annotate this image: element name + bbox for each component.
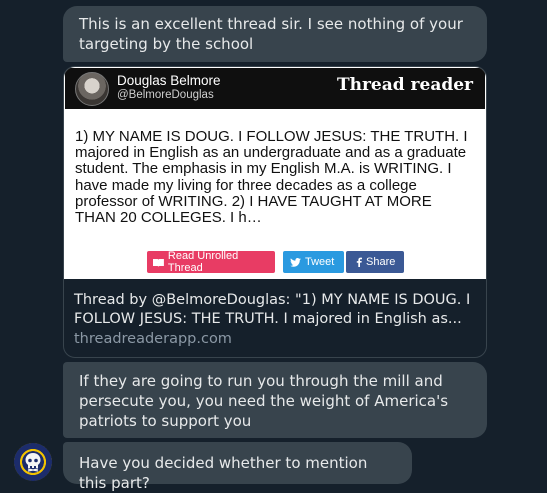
brand-logo: Thread reader bbox=[336, 75, 473, 95]
message-text: Have you decided whether to mention this… bbox=[79, 454, 368, 492]
book-icon bbox=[153, 258, 164, 267]
card-title: Thread by @BelmoreDouglas: "1) MY NAME I… bbox=[74, 292, 471, 327]
skull-badge-icon bbox=[25, 453, 41, 472]
author-handle: @BelmoreDouglas bbox=[117, 89, 214, 101]
thread-reader-header: Douglas Belmore @BelmoreDouglas Thread r… bbox=[65, 68, 485, 109]
thread-preview-text: 1) MY NAME IS DOUG. I FOLLOW JESUS: THE … bbox=[75, 128, 468, 227]
author-name: Douglas Belmore bbox=[117, 73, 221, 88]
card-domain: threadreaderapp.com bbox=[74, 331, 232, 347]
read-unrolled-button: Read Unrolled Thread bbox=[147, 250, 275, 274]
unroll-label: Read Unrolled Thread bbox=[167, 250, 239, 274]
facebook-icon bbox=[356, 257, 362, 267]
tweet-label: Tweet bbox=[305, 256, 335, 268]
card-image: Douglas Belmore @BelmoreDouglas Thread r… bbox=[64, 67, 486, 279]
tweet-button: Tweet bbox=[283, 251, 344, 273]
share-label: Share bbox=[366, 256, 396, 268]
message-text: If they are going to run you through the… bbox=[79, 372, 449, 430]
message-text: This is an excellent thread sir. I see n… bbox=[79, 15, 463, 53]
twitter-bird-icon bbox=[290, 257, 301, 267]
message-bubble[interactable]: If they are going to run you through the… bbox=[63, 362, 487, 438]
message-bubble[interactable]: Have you decided whether to mention this… bbox=[63, 442, 412, 492]
sender-avatar[interactable] bbox=[14, 443, 52, 481]
share-button: Share bbox=[346, 251, 404, 273]
author-avatar bbox=[75, 72, 109, 106]
link-preview-card[interactable]: Douglas Belmore @BelmoreDouglas Thread r… bbox=[63, 66, 487, 358]
message-bubble[interactable]: This is an excellent thread sir. I see n… bbox=[63, 6, 487, 62]
